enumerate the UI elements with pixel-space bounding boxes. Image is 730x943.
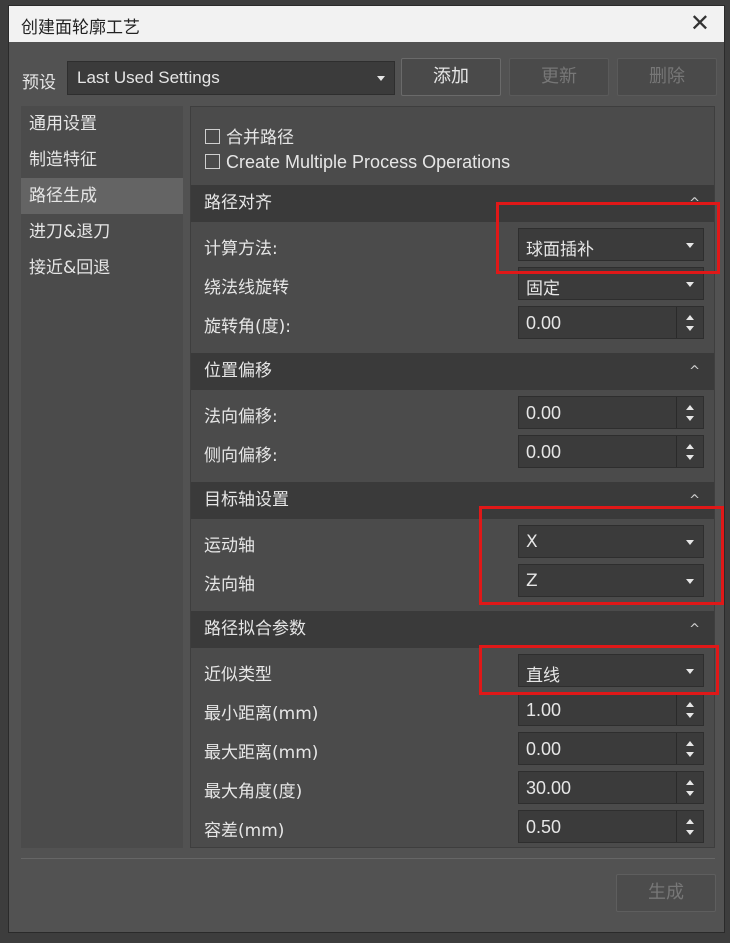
update-button[interactable]: 更新 (509, 58, 609, 96)
preset-value: Last Used Settings (77, 68, 220, 87)
checkbox-box[interactable] (205, 129, 220, 144)
motion-axis-label: 运动轴 (204, 536, 255, 556)
rotation-angle-value: 0.00 (526, 313, 562, 333)
dialog-title: 创建面轮廓工艺 (21, 18, 140, 38)
chevron-up-icon[interactable]: ^ (689, 353, 700, 390)
merge-paths-label: 合并路径 (226, 128, 294, 148)
normal-offset-spinbox[interactable]: 0.00 (518, 396, 704, 429)
section-header-position-offset[interactable]: 位置偏移 ^ (191, 353, 714, 390)
min-distance-value: 1.00 (526, 700, 562, 720)
delete-button[interactable]: 删除 (617, 58, 717, 96)
sidebar-item-feature[interactable]: 制造特征 (21, 142, 183, 178)
approx-type-label: 近似类型 (204, 665, 272, 685)
dialog-window: 创建面轮廓工艺 ✕ 预设 Last Used Settings 添加 更新 删除… (8, 5, 725, 933)
spin-down-icon[interactable] (686, 416, 694, 421)
sidebar-item-path-generation[interactable]: 路径生成 (21, 178, 183, 214)
normal-rotation-value: 固定 (526, 279, 560, 299)
rotation-angle-spinbox[interactable]: 0.00 (518, 306, 704, 339)
tolerance-spinbox[interactable]: 0.50 (518, 810, 704, 843)
section-title: 路径对齐 (204, 193, 272, 213)
section-header-path-fit[interactable]: 路径拟合参数 ^ (191, 611, 714, 648)
highlight-axes (479, 506, 724, 605)
spin-arrows[interactable] (676, 436, 703, 467)
spin-arrows[interactable] (676, 397, 703, 428)
sidebar: 通用设置 制造特征 路径生成 进刀&退刀 接近&回退 (21, 106, 183, 848)
chevron-down-icon (377, 76, 385, 81)
footer-divider (21, 858, 715, 859)
normal-axis-label: 法向轴 (204, 575, 255, 595)
sidebar-item-general[interactable]: 通用设置 (21, 106, 183, 142)
section-title: 路径拟合参数 (204, 619, 306, 639)
max-distance-label: 最大距离(mm) (204, 743, 319, 763)
tolerance-label: 容差(mm) (204, 821, 285, 841)
spin-arrows[interactable] (676, 772, 703, 803)
spin-down-icon[interactable] (686, 713, 694, 718)
spin-up-icon[interactable] (686, 315, 694, 320)
spin-up-icon[interactable] (686, 819, 694, 824)
title-bar: 创建面轮廓工艺 ✕ (9, 6, 724, 42)
spin-up-icon[interactable] (686, 444, 694, 449)
multi-ops-checkbox[interactable]: Create Multiple Process Operations (205, 152, 510, 173)
preset-select[interactable]: Last Used Settings (67, 61, 395, 95)
chevron-up-icon[interactable]: ^ (689, 611, 700, 648)
spin-down-icon[interactable] (686, 830, 694, 835)
spin-arrows[interactable] (676, 694, 703, 725)
preset-label: 预设 (22, 73, 56, 93)
normal-offset-label: 法向偏移: (204, 407, 278, 427)
tolerance-value: 0.50 (526, 817, 562, 837)
normal-rotation-label: 绕法线旋转 (204, 278, 289, 298)
section-title: 目标轴设置 (204, 490, 289, 510)
max-distance-spinbox[interactable]: 0.00 (518, 732, 704, 765)
spin-down-icon[interactable] (686, 326, 694, 331)
spin-arrows[interactable] (676, 307, 703, 338)
side-offset-spinbox[interactable]: 0.00 (518, 435, 704, 468)
rotation-angle-label: 旋转角(度): (204, 317, 291, 337)
max-angle-label: 最大角度(度) (204, 782, 303, 802)
chevron-down-icon (686, 282, 694, 287)
spin-down-icon[interactable] (686, 455, 694, 460)
section-title: 位置偏移 (204, 361, 272, 381)
normal-offset-value: 0.00 (526, 403, 562, 423)
spin-up-icon[interactable] (686, 741, 694, 746)
spin-up-icon[interactable] (686, 405, 694, 410)
highlight-calc-method (496, 202, 720, 274)
generate-button[interactable]: 生成 (616, 874, 716, 912)
add-button[interactable]: 添加 (401, 58, 501, 96)
multi-ops-label: Create Multiple Process Operations (226, 152, 511, 172)
spin-up-icon[interactable] (686, 780, 694, 785)
max-angle-spinbox[interactable]: 30.00 (518, 771, 704, 804)
sidebar-item-lead-in-out[interactable]: 进刀&退刀 (21, 214, 183, 250)
max-angle-value: 30.00 (526, 778, 572, 798)
side-offset-label: 侧向偏移: (204, 446, 278, 466)
checkbox-box[interactable] (205, 154, 220, 169)
spin-arrows[interactable] (676, 811, 703, 842)
highlight-approx-type (479, 645, 719, 695)
spin-up-icon[interactable] (686, 702, 694, 707)
spin-arrows[interactable] (676, 733, 703, 764)
sidebar-item-approach-retract[interactable]: 接近&回退 (21, 250, 183, 286)
spin-down-icon[interactable] (686, 791, 694, 796)
merge-paths-checkbox[interactable]: 合并路径 (205, 123, 294, 148)
max-distance-value: 0.00 (526, 739, 562, 759)
min-distance-label: 最小距离(mm) (204, 704, 319, 724)
side-offset-value: 0.00 (526, 442, 562, 462)
calc-method-label: 计算方法: (204, 239, 278, 259)
min-distance-spinbox[interactable]: 1.00 (518, 693, 704, 726)
close-icon[interactable]: ✕ (690, 9, 710, 37)
spin-down-icon[interactable] (686, 752, 694, 757)
